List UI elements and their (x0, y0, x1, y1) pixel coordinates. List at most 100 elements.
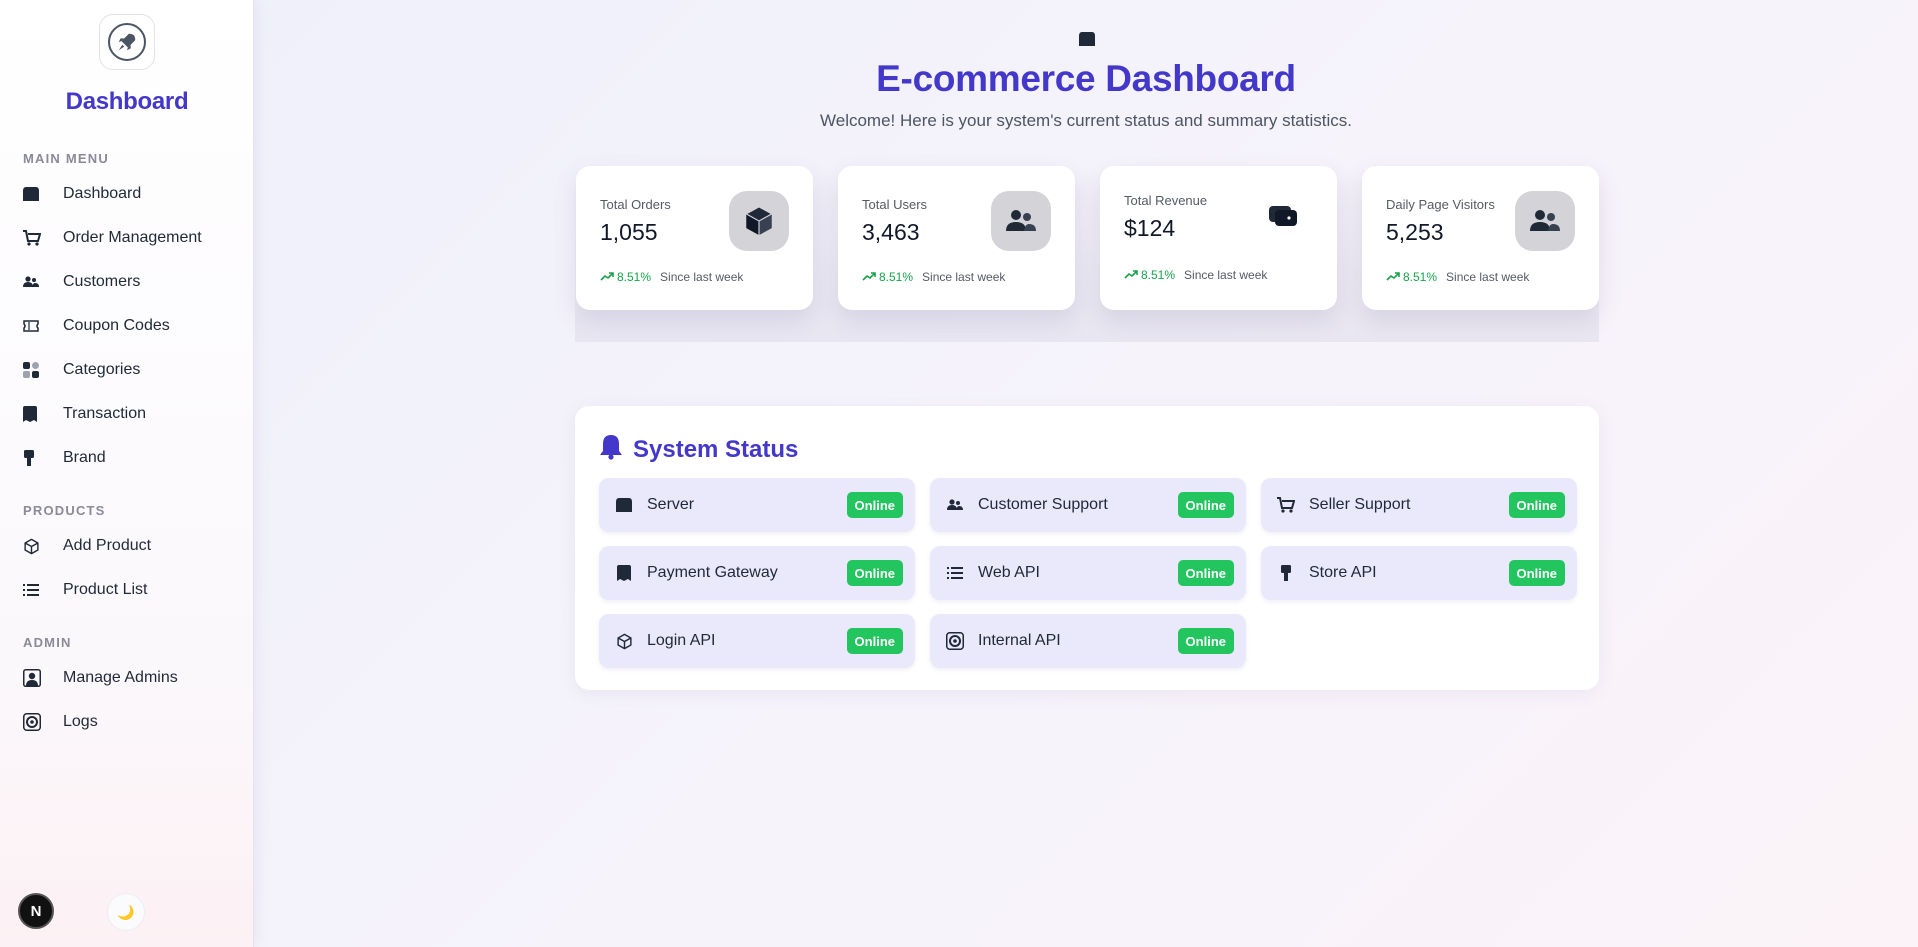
status-item-server: Server Online (599, 478, 915, 532)
stat-card-total-users: Total Users 3,463 8.51% Since last week (838, 166, 1075, 310)
status-item-payment-gateway: Payment Gateway Online (599, 546, 915, 600)
sidebar-item-dashboard[interactable]: Dashboard (23, 179, 233, 209)
pin-icon (1275, 562, 1297, 584)
cart-icon (23, 227, 53, 249)
stat-label: Total Revenue (1124, 193, 1208, 208)
stat-card-daily-page-visitors: Daily Page Visitors 5,253 8.51% Since la… (1362, 166, 1599, 310)
status-badge: Online (846, 628, 903, 654)
stat-value: $124 (1124, 215, 1176, 241)
trend-period: Since last week (1184, 268, 1268, 282)
status-item-customer-support: Customer Support Online (930, 478, 1246, 532)
trend-up-icon (600, 270, 614, 284)
stat-label: Total Users (862, 197, 928, 212)
section-label-main-menu: MAIN MENU (23, 151, 109, 166)
sidebar-item-customers[interactable]: Customers (23, 267, 233, 297)
status-item-name: Seller Support (1309, 496, 1411, 513)
admin-icon (23, 667, 53, 689)
trend-period: Since last week (1446, 270, 1530, 284)
system-status-title: System Status (633, 435, 799, 463)
dashboard-icon (613, 494, 635, 516)
list-icon (944, 562, 966, 584)
trend-percent: 8.51% (617, 270, 652, 284)
status-badge: Online (1177, 628, 1234, 654)
stat-value: 1,055 (600, 219, 658, 245)
logs-icon (23, 711, 53, 733)
sidebar: Dashboard MAIN MENU Dashboard Order Mana… (0, 0, 254, 947)
sidebar-item-product-list[interactable]: Product List (23, 575, 233, 605)
ticket-icon (23, 315, 53, 337)
sidebar-item-label: Transaction (63, 405, 146, 422)
status-badge: Online (1177, 492, 1234, 518)
sidebar-item-add-product[interactable]: Add Product (23, 531, 233, 561)
status-item-name: Server (647, 496, 695, 513)
sidebar-item-label: Product List (63, 581, 148, 598)
stat-trend: 8.51% Since last week (1386, 270, 1529, 284)
moon-icon: 🌙 (117, 903, 135, 920)
status-item-internal-api: Internal API Online (930, 614, 1246, 668)
system-status-heading: System Status (599, 434, 798, 465)
status-item-web-api: Web API Online (930, 546, 1246, 600)
status-item-store-api: Store API Online (1261, 546, 1577, 600)
status-item-name: Store API (1309, 564, 1377, 581)
stat-trend: 8.51% Since last week (600, 270, 743, 284)
sidebar-item-categories[interactable]: Categories (23, 355, 233, 385)
trend-percent: 8.51% (1403, 270, 1438, 284)
users-icon (23, 271, 53, 293)
stat-card-total-revenue: Total Revenue $124 8.51% Since last week (1100, 166, 1337, 310)
stat-value: 3,463 (862, 219, 920, 245)
trend-period: Since last week (922, 270, 1006, 284)
stat-trend: 8.51% Since last week (862, 270, 1005, 284)
sidebar-item-label: Add Product (63, 537, 152, 554)
status-item-seller-support: Seller Support Online (1261, 478, 1577, 532)
cube-icon (729, 191, 789, 251)
framework-badge[interactable]: N (18, 893, 54, 929)
system-status-panel: System Status Server Online Customer Sup… (575, 406, 1599, 690)
sidebar-item-label: Coupon Codes (63, 317, 170, 334)
sidebar-item-label: Categories (63, 361, 141, 378)
page-subtitle: Welcome! Here is your system's current s… (820, 111, 1352, 130)
sidebar-item-brand[interactable]: Brand (23, 443, 233, 473)
status-item-login-api: Login API Online (599, 614, 915, 668)
users-icon (991, 191, 1051, 251)
status-item-name: Web API (978, 564, 1040, 581)
trend-percent: 8.51% (1141, 268, 1176, 282)
users-icon (1515, 191, 1575, 251)
status-badge: Online (1508, 560, 1565, 586)
sidebar-item-logs[interactable]: Logs (23, 707, 233, 737)
box-icon (613, 630, 635, 652)
status-item-name: Login API (647, 632, 716, 649)
dashboard-icon (23, 183, 53, 205)
dark-mode-toggle[interactable]: 🌙 (107, 893, 145, 931)
sidebar-item-label: Customers (63, 273, 141, 290)
section-label-products: PRODUCTS (23, 503, 106, 518)
status-item-name: Customer Support (978, 496, 1108, 513)
sidebar-item-transaction[interactable]: Transaction (23, 399, 233, 429)
sidebar-item-label: Manage Admins (63, 669, 178, 686)
cart-icon (1275, 494, 1297, 516)
sidebar-item-label: Logs (63, 713, 98, 730)
trend-up-icon (1386, 270, 1400, 284)
sidebar-item-label: Brand (63, 449, 106, 466)
sidebar-item-order-management[interactable]: Order Management (23, 223, 233, 253)
trend-period: Since last week (660, 270, 744, 284)
categories-icon (23, 359, 53, 381)
users-icon (944, 494, 966, 516)
receipt-icon (613, 562, 635, 584)
logs-icon (944, 630, 966, 652)
status-badge: Online (846, 560, 903, 586)
pin-icon (23, 447, 53, 469)
status-item-name: Internal API (978, 632, 1061, 649)
trend-up-icon (1124, 268, 1138, 282)
trend-up-icon (862, 270, 876, 284)
stat-trend: 8.51% Since last week (1124, 268, 1267, 282)
section-label-admin: ADMIN (23, 635, 72, 650)
status-item-name: Payment Gateway (647, 564, 778, 581)
bell-icon (599, 434, 623, 465)
list-icon (23, 579, 53, 601)
sidebar-item-coupon-codes[interactable]: Coupon Codes (23, 311, 233, 341)
sidebar-item-manage-admins[interactable]: Manage Admins (23, 663, 233, 693)
rocket-logo-icon[interactable] (99, 14, 155, 70)
sidebar-item-label: Dashboard (63, 185, 142, 202)
stat-label: Total Orders (600, 197, 671, 212)
wallet-icon (1253, 186, 1313, 246)
